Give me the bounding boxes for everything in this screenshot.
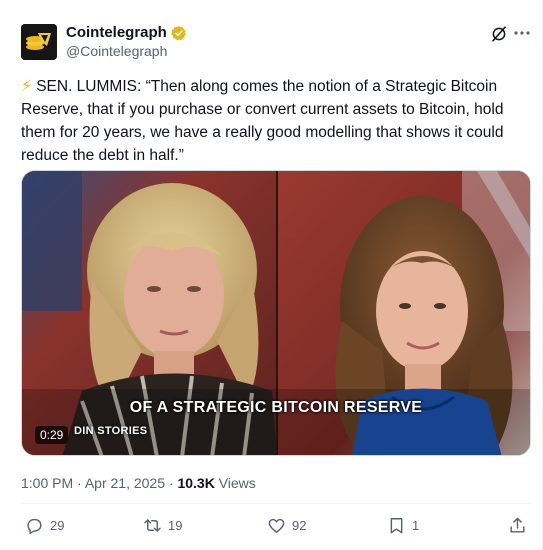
tweet-time[interactable]: 1:00 PM	[21, 475, 73, 491]
retweet-button[interactable]: 19	[143, 516, 182, 535]
reply-icon	[25, 516, 44, 535]
video-caption: OF A STRATEGIC BITCOIN RESERVE	[129, 399, 423, 416]
reply-count: 29	[50, 518, 65, 533]
tweet-body: SEN. LUMMIS: “Then along comes the notio…	[21, 78, 504, 164]
views-count: 10.3K	[177, 475, 215, 491]
avatar[interactable]	[21, 24, 57, 60]
bookmark-count: 1	[412, 518, 420, 533]
author-name-row[interactable]: Cointelegraph	[66, 24, 187, 42]
bookmark-icon	[387, 516, 406, 535]
bookmark-button[interactable]: 1	[387, 516, 419, 535]
like-button[interactable]: 92	[267, 516, 306, 535]
tweet-date[interactable]: Apr 21, 2025	[85, 475, 165, 491]
action-bar: 29 19 92 1	[21, 516, 531, 538]
meta-separator: ·	[77, 475, 82, 491]
grok-icon[interactable]	[490, 25, 508, 43]
divider	[21, 503, 531, 504]
meta-separator-2: ·	[168, 475, 174, 491]
tweet-meta: 1:00 PM · Apr 21, 2025 · 10.3K Views	[21, 474, 256, 492]
video-watermark: DIN STORIES	[74, 425, 148, 437]
more-icon[interactable]	[512, 24, 532, 42]
views-label: Views	[218, 475, 256, 491]
lightning-icon: ⚡	[21, 78, 32, 95]
author-handle[interactable]: @Cointelegraph	[66, 43, 167, 60]
retweet-count: 19	[168, 518, 183, 533]
verified-badge-icon	[170, 25, 187, 41]
heart-icon	[267, 516, 286, 535]
share-button[interactable]	[508, 516, 527, 535]
like-count: 92	[292, 518, 307, 533]
video-duration: 0:29	[35, 426, 69, 444]
video-player[interactable]: OF A STRATEGIC BITCOIN RESERVE DIN STORI…	[21, 170, 531, 456]
reply-button[interactable]: 29	[25, 516, 64, 535]
share-icon	[508, 516, 527, 535]
display-name[interactable]: Cointelegraph	[66, 24, 167, 42]
tweet-card[interactable]: Cointelegraph @Cointelegraph ⚡ SEN. LUMM…	[0, 0, 543, 550]
tweet-text: ⚡ SEN. LUMMIS: “Then along comes the not…	[21, 75, 521, 167]
retweet-icon	[143, 516, 162, 535]
